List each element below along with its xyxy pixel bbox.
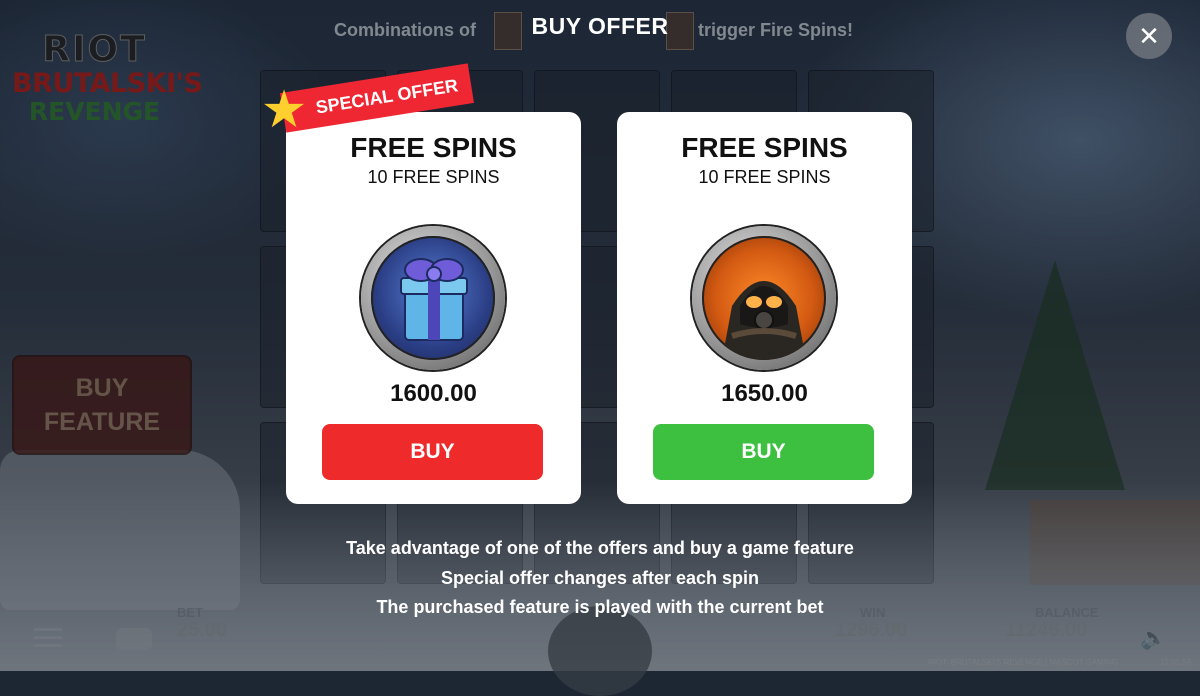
close-icon: ✕	[1138, 21, 1160, 51]
info-line: Special offer changes after each spin	[440, 567, 760, 588]
offer-title: FREE SPINS	[681, 132, 848, 163]
buy-button[interactable]: BUY	[322, 424, 543, 480]
gas-mask-soldier-icon	[702, 236, 826, 360]
offer-info: Take advantage of one of the offers and …	[0, 534, 1200, 623]
offer-price: 1650.00	[721, 380, 808, 407]
offer-medal	[692, 226, 836, 370]
offer-card: FREE SPINS 10 FREE SPINS 1650.00 BUY	[617, 112, 912, 504]
close-button[interactable]: ✕	[1126, 13, 1172, 59]
star-icon: ★	[260, 81, 308, 139]
offer-medal	[361, 226, 505, 370]
buy-button[interactable]: BUY	[653, 424, 874, 480]
gift-icon	[371, 236, 495, 360]
offer-card-special: FREE SPINS 10 FREE SPINS 1600.00 BUY	[286, 112, 581, 504]
offer-price: 1600.00	[390, 380, 477, 407]
offer-title: FREE SPINS	[350, 132, 517, 163]
modal-title: BUY OFFER	[531, 13, 669, 39]
info-line: Take advantage of one of the offers and …	[346, 538, 854, 558]
offer-subtitle: 10 FREE SPINS	[698, 167, 831, 187]
info-line: The purchased feature is played with the…	[376, 597, 824, 617]
offer-subtitle: 10 FREE SPINS	[367, 167, 500, 187]
